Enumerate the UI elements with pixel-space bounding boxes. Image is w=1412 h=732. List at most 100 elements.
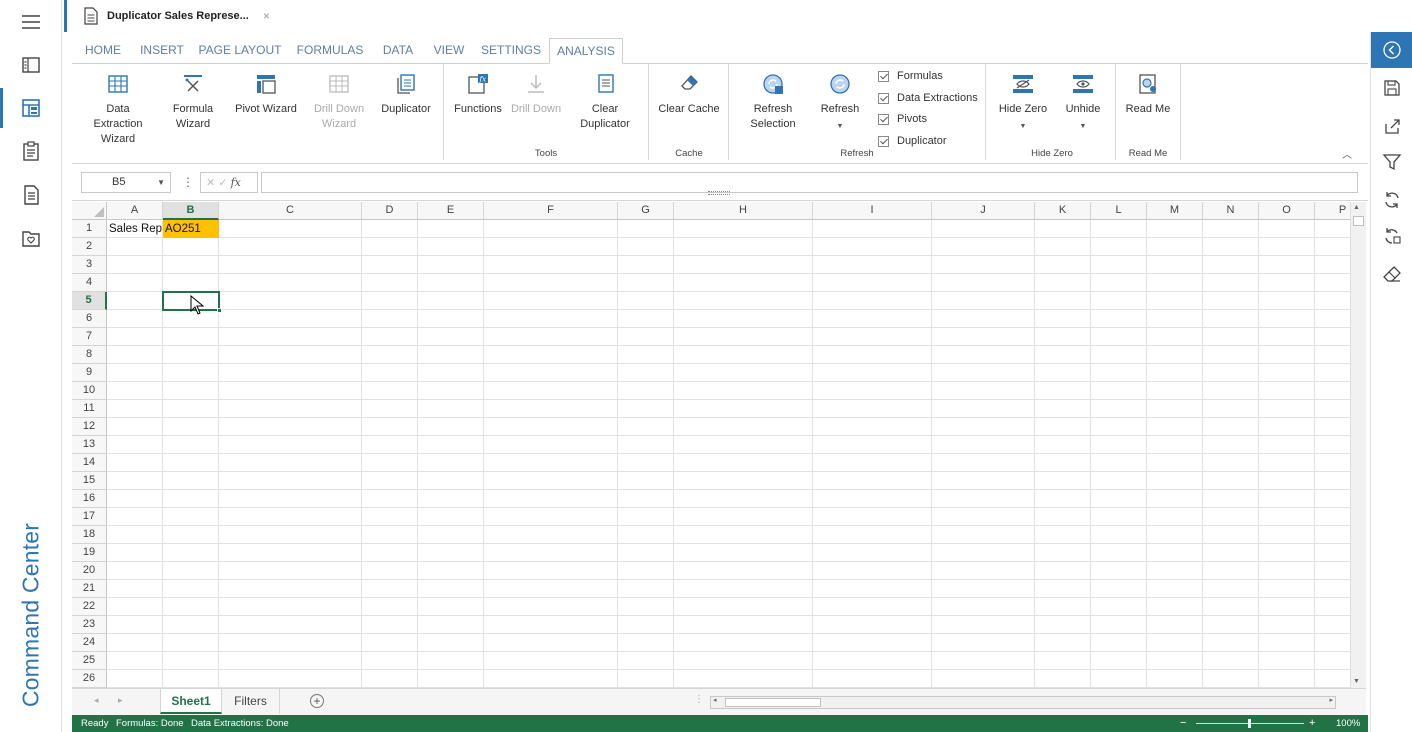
hamburger-menu-icon[interactable] (0, 2, 62, 42)
collapse-panel-button[interactable] (1371, 32, 1412, 68)
fill-handle[interactable] (217, 308, 222, 313)
horizontal-scrollbar[interactable]: ◂ ▸ (710, 696, 1336, 709)
drill-down-wizard-button[interactable]: Drill Down Wizard (310, 72, 368, 132)
drill-down-button[interactable]: Drill Down (508, 72, 564, 117)
zoom-out-icon[interactable]: − (1180, 715, 1186, 732)
cell-a1[interactable]: Sales Rep (107, 220, 163, 238)
tab-data[interactable]: DATA (376, 38, 420, 64)
sheet-tab-sheet1[interactable]: Sheet1 (160, 689, 222, 714)
row-header-16[interactable]: 16 (72, 490, 107, 508)
row-header-21[interactable]: 21 (72, 580, 107, 598)
row-header-17[interactable]: 17 (72, 508, 107, 526)
clipboard-icon[interactable] (0, 131, 62, 171)
row-header-7[interactable]: 7 (72, 328, 107, 346)
column-header-f[interactable]: F (484, 202, 618, 220)
tab-formulas[interactable]: FORMULAS (292, 38, 368, 64)
name-box[interactable]: B5 ▼ (81, 172, 171, 193)
spreadsheet-grid[interactable]: ABCDEFGHIJKLMNOP 1 2 3 4 5 6 7 8 9 10 11 12 13 14 15 16… (72, 202, 1366, 688)
column-header-l[interactable]: L (1091, 202, 1147, 220)
scroll-thumb[interactable] (1353, 216, 1364, 226)
refresh-selection-button[interactable]: Refresh Selection (740, 72, 806, 132)
close-tab-icon[interactable]: × (263, 9, 270, 23)
checkbox-pivots[interactable]: Pivots (878, 113, 927, 125)
book-icon[interactable] (0, 45, 62, 85)
tab-insert[interactable]: INSERT (136, 38, 188, 64)
row-header-15[interactable]: 15 (72, 472, 107, 490)
row-header-4[interactable]: 4 (72, 274, 107, 292)
row-header-20[interactable]: 20 (72, 562, 107, 580)
row-header-8[interactable]: 8 (72, 346, 107, 364)
column-header-b[interactable]: B (163, 202, 219, 220)
confirm-icon[interactable]: ✓ (218, 177, 227, 189)
row-header-9[interactable]: 9 (72, 364, 107, 382)
column-header-d[interactable]: D (362, 202, 418, 220)
column-header-h[interactable]: H (674, 202, 813, 220)
column-header-i[interactable]: I (813, 202, 932, 220)
row-header-14[interactable]: 14 (72, 454, 107, 472)
column-header-a[interactable]: A (107, 202, 163, 220)
favorites-folder-icon[interactable] (0, 218, 62, 258)
clear-duplicator-button[interactable]: Clear Duplicator (575, 72, 635, 132)
prev-sheet-icon[interactable]: ◂ (94, 695, 99, 706)
row-header-10[interactable]: 10 (72, 382, 107, 400)
functions-button[interactable]: fx Functions (452, 72, 504, 117)
select-all-corner[interactable] (72, 202, 107, 220)
filter-button[interactable] (1371, 144, 1412, 180)
save-button[interactable] (1371, 70, 1412, 106)
vertical-scrollbar[interactable]: ▲ ▼ (1350, 202, 1366, 690)
refresh-all-button[interactable] (1371, 182, 1412, 218)
column-header-c[interactable]: C (219, 202, 362, 220)
clear-button[interactable] (1371, 256, 1412, 292)
row-header-18[interactable]: 18 (72, 526, 107, 544)
splitter-handle[interactable]: ⋮ (694, 694, 704, 705)
command-center-label[interactable]: Command Center (16, 510, 46, 720)
zoom-in-icon[interactable]: + (1309, 715, 1315, 732)
fx-icon[interactable]: fx (231, 176, 241, 189)
row-header-25[interactable]: 25 (72, 652, 107, 670)
read-me-button[interactable]: Read Me (1122, 72, 1174, 117)
row-header-5[interactable]: 5 (72, 292, 107, 310)
row-header-19[interactable]: 19 (72, 544, 107, 562)
cell-b1[interactable]: AO251 (163, 220, 219, 238)
row-header-6[interactable]: 6 (72, 310, 107, 328)
scroll-right-icon[interactable]: ▸ (1329, 696, 1333, 704)
unhide-button[interactable]: Unhide ▼ (1056, 72, 1110, 134)
share-button[interactable] (1371, 108, 1412, 144)
next-sheet-icon[interactable]: ▸ (118, 695, 123, 706)
cancel-icon[interactable]: ✕ (206, 177, 215, 189)
scroll-up-icon[interactable]: ▲ (1353, 204, 1360, 211)
row-header-12[interactable]: 12 (72, 418, 107, 436)
tab-analysis[interactable]: ANALYSIS (549, 38, 623, 64)
column-header-j[interactable]: J (932, 202, 1035, 220)
checkbox-formulas[interactable]: Formulas (878, 70, 943, 82)
tab-settings[interactable]: SETTINGS (478, 38, 544, 64)
row-header-23[interactable]: 23 (72, 616, 107, 634)
refresh-sync-button[interactable] (1371, 218, 1412, 254)
tab-page-layout[interactable]: PAGE LAYOUT (198, 38, 282, 64)
add-sheet-icon[interactable]: + (310, 694, 324, 708)
refresh-dropdown-button[interactable]: Refresh ▼ (814, 72, 866, 134)
row-header-13[interactable]: 13 (72, 436, 107, 454)
dashboard-icon[interactable] (0, 88, 62, 128)
duplicator-button[interactable]: Duplicator (378, 72, 434, 117)
scroll-thumb[interactable] (725, 698, 821, 707)
report-icon[interactable] (0, 175, 62, 215)
zoom-slider-thumb[interactable] (1248, 719, 1251, 728)
column-header-e[interactable]: E (418, 202, 484, 220)
scroll-left-icon[interactable]: ◂ (713, 696, 717, 704)
checkbox-duplicator[interactable]: Duplicator (878, 135, 947, 147)
column-header-g[interactable]: G (618, 202, 674, 220)
row-header-24[interactable]: 24 (72, 634, 107, 652)
pivot-wizard-button[interactable]: Pivot Wizard (232, 72, 300, 117)
checkbox-data-extractions[interactable]: Data Extractions (878, 92, 978, 104)
more-options-icon[interactable]: ⋮ (182, 175, 194, 189)
tab-home[interactable]: HOME (80, 38, 126, 64)
clear-cache-button[interactable]: Clear Cache (656, 72, 722, 117)
tab-view[interactable]: VIEW (428, 38, 470, 64)
row-header-2[interactable]: 2 (72, 238, 107, 256)
collapse-ribbon-icon[interactable]: ︿ (1342, 146, 1352, 161)
hide-zero-button[interactable]: Hide Zero ▼ (992, 72, 1054, 134)
column-header-o[interactable]: O (1259, 202, 1315, 220)
resize-handle[interactable] (708, 191, 730, 195)
formula-wizard-button[interactable]: Formula Wizard (166, 72, 220, 132)
